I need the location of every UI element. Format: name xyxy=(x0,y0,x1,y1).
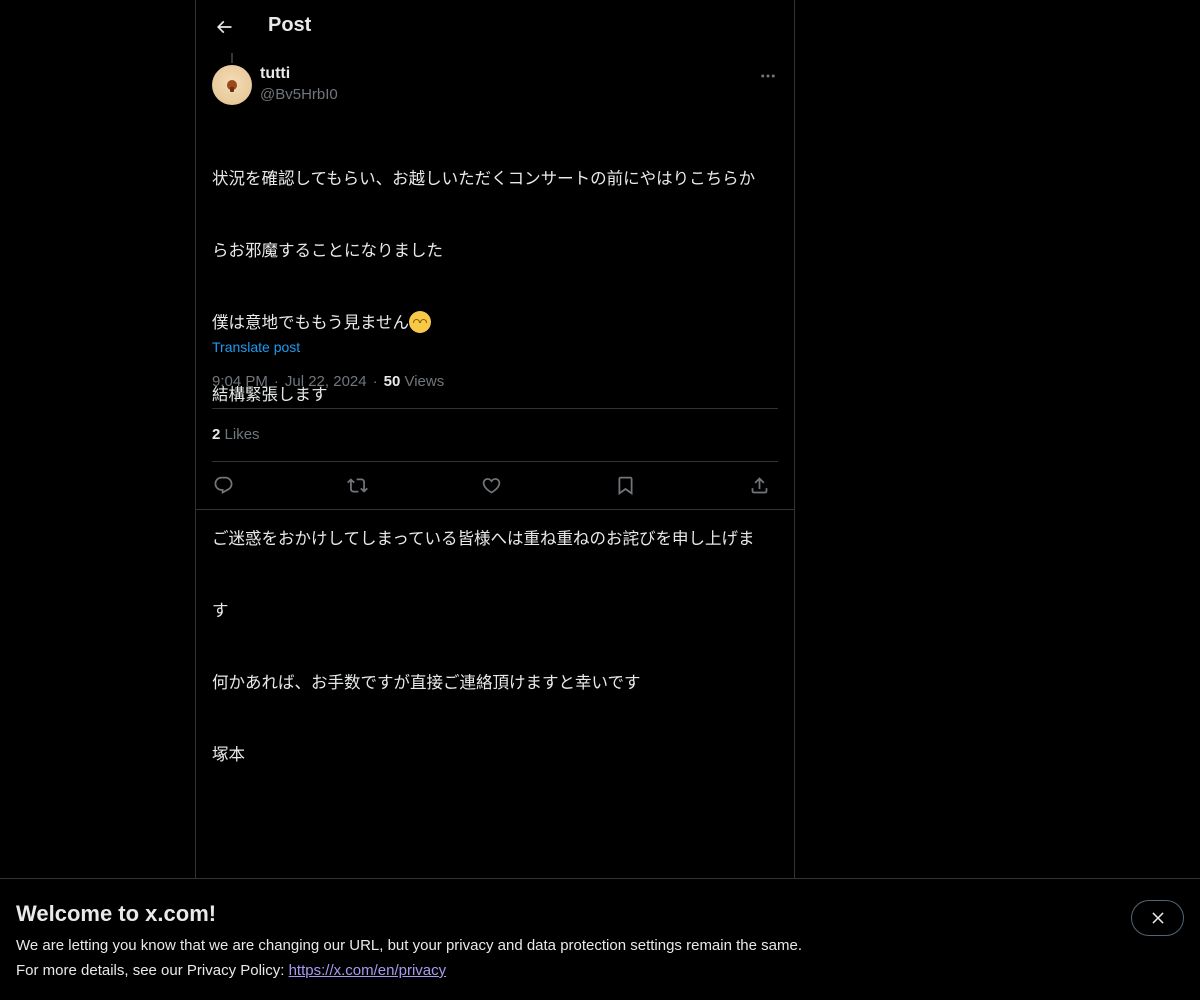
post-bottom-border xyxy=(196,509,794,510)
post-text-line: す xyxy=(212,601,229,620)
author-name[interactable]: tutti xyxy=(260,65,290,83)
like-button[interactable] xyxy=(474,465,508,505)
post-text-line: らお邪魔することになりました xyxy=(212,241,443,260)
post-text-line: 状況を確認してもらい、お越しいただくコンサートの前にやはりこちらか xyxy=(212,169,756,188)
views-label: Views xyxy=(404,373,445,390)
post-text-line: 僕は意地でももう見ません xyxy=(212,311,778,335)
reply-button[interactable] xyxy=(206,465,240,505)
header: Post xyxy=(196,0,794,54)
separator-dot: · xyxy=(273,373,279,390)
page-title: Post xyxy=(268,14,312,36)
post-meta: 9:04 PM · Jul 22, 2024 · 50 Views xyxy=(212,373,444,390)
post-text-segment: 僕は意地でももう見ません xyxy=(212,313,410,332)
heart-icon xyxy=(482,477,500,494)
repost-button[interactable] xyxy=(340,465,374,505)
more-icon xyxy=(761,74,775,78)
action-bar xyxy=(212,465,778,505)
arrow-left-icon xyxy=(216,20,232,34)
relieved-face-emoji-icon xyxy=(409,311,432,333)
banner-privacy-prefix: For more details, see our Privacy Policy… xyxy=(16,962,289,979)
likes-count: 2 xyxy=(212,426,221,443)
views-count: 50 xyxy=(383,373,401,390)
primary-column: Post tutti @Bv5HrbI0 状況を確認してもらい、お越しいただくコ… xyxy=(195,0,795,1000)
share-icon xyxy=(751,476,767,493)
reply-icon xyxy=(214,476,232,494)
avatar-image xyxy=(227,80,237,92)
divider xyxy=(212,408,778,409)
repost-icon xyxy=(346,477,368,493)
post-text-line: 何かあれば、お手数ですが直接ご連絡頂けますと幸いです xyxy=(212,673,641,692)
share-button[interactable] xyxy=(742,465,776,505)
post-text-line: ご迷惑をおかけしてしまっている皆様へは重ね重ねのお詫びを申し上げま xyxy=(212,529,755,548)
welcome-banner: Welcome to x.com! We are letting you kno… xyxy=(0,878,1200,1000)
privacy-policy-link[interactable]: https://x.com/en/privacy xyxy=(289,962,447,979)
back-button[interactable] xyxy=(204,7,244,47)
post-time[interactable]: 9:04 PM xyxy=(212,373,268,390)
banner-privacy-line: For more details, see our Privacy Policy… xyxy=(16,962,446,979)
likes-label: Likes xyxy=(224,426,260,443)
translate-post-link[interactable]: Translate post xyxy=(212,339,300,355)
more-button[interactable] xyxy=(754,62,782,90)
separator-dot: · xyxy=(372,373,378,390)
close-banner-button[interactable] xyxy=(1131,900,1184,936)
likes-link[interactable]: 2 Likes xyxy=(212,426,260,443)
avatar[interactable] xyxy=(212,65,252,105)
banner-title: Welcome to x.com! xyxy=(16,901,217,926)
banner-message: We are letting you know that we are chan… xyxy=(16,937,802,954)
bookmark-button[interactable] xyxy=(608,465,642,505)
post-date[interactable]: Jul 22, 2024 xyxy=(285,373,367,390)
bookmark-icon xyxy=(618,476,632,495)
close-icon xyxy=(1151,912,1164,924)
divider xyxy=(212,461,778,462)
author-handle[interactable]: @Bv5HrbI0 xyxy=(260,86,338,103)
post-text-line: 塚本 xyxy=(212,745,245,764)
thread-connector xyxy=(231,53,233,63)
